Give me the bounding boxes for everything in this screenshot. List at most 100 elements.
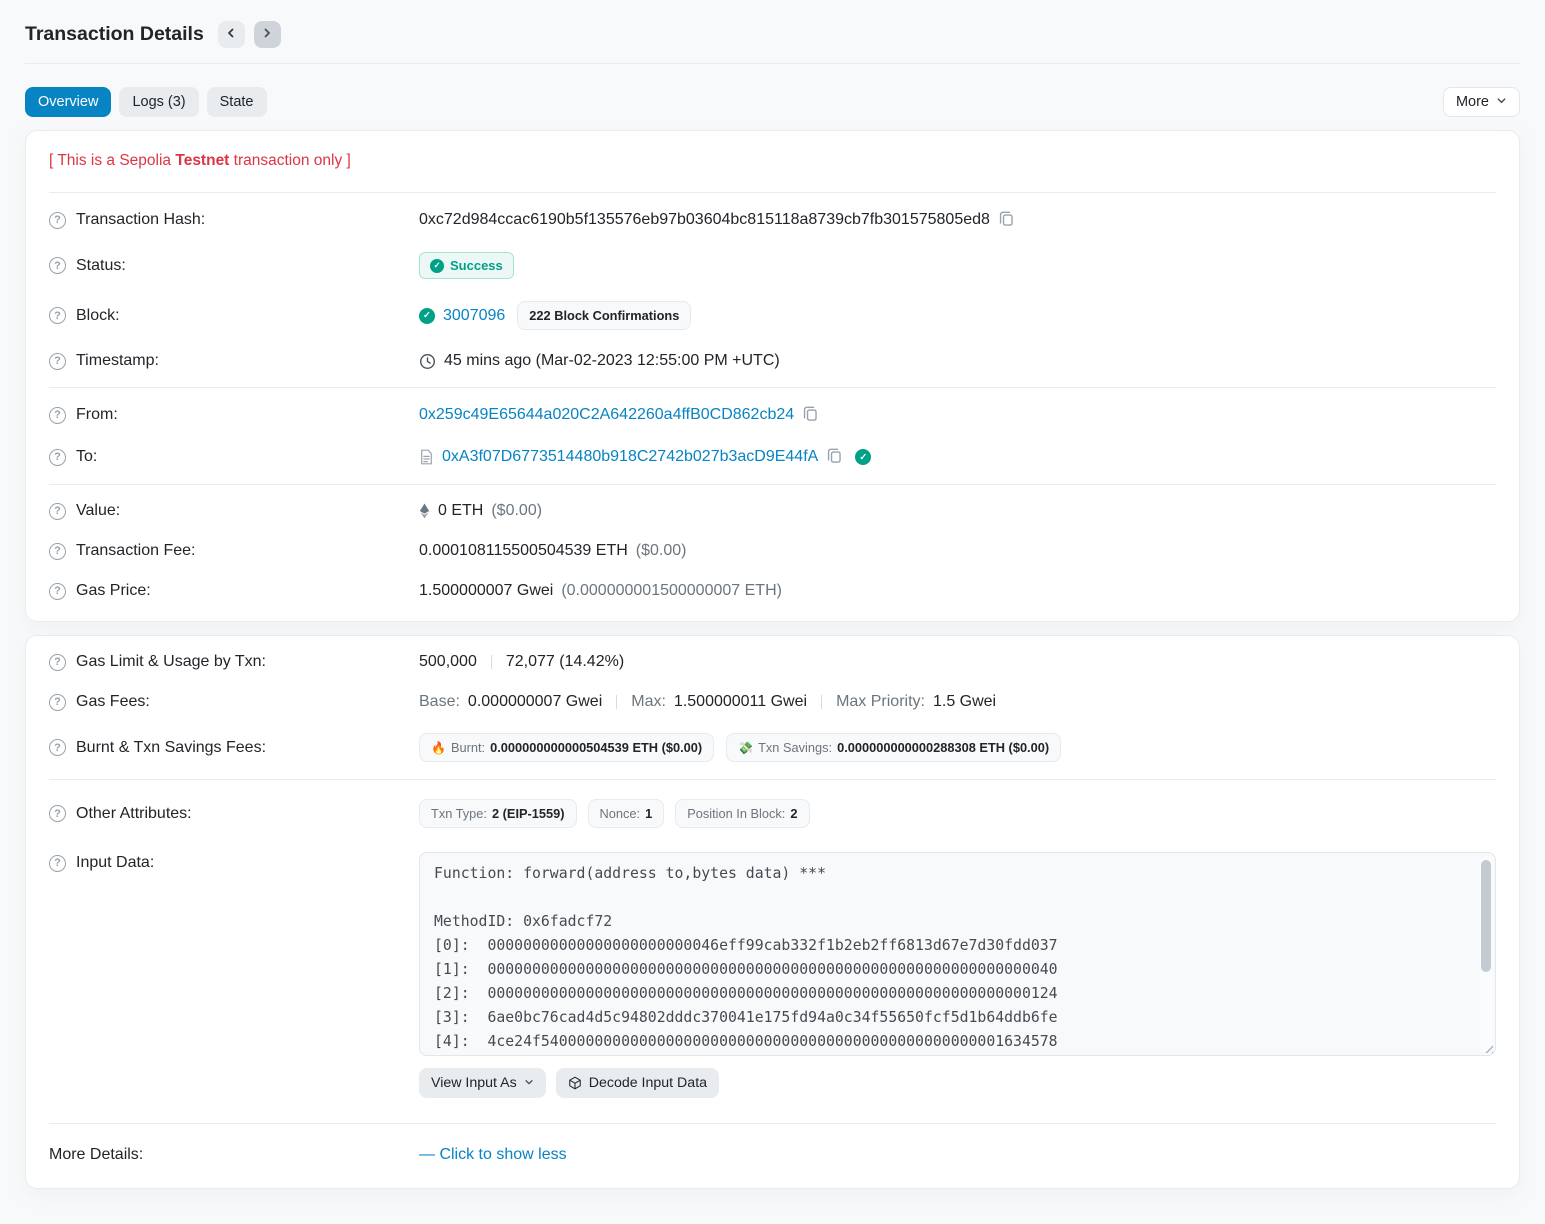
txn-type-value: 2 (EIP-1559): [492, 806, 565, 821]
next-transaction-button[interactable]: [254, 21, 281, 48]
gas-max-label: Max:: [631, 693, 666, 711]
row-timestamp: Timestamp: 45 mins ago (Mar-02-2023 12:5…: [49, 341, 1496, 381]
block-confirmations-text: 222 Block Confirmations: [529, 308, 679, 323]
verified-check-icon: [855, 449, 871, 465]
gas-base-label: Base:: [419, 693, 460, 711]
position-value: 2: [790, 806, 797, 821]
row-block: Block: 3007096 222 Block Confirmations: [49, 290, 1496, 341]
row-other-attributes: Other Attributes: Txn Type: 2 (EIP-1559)…: [49, 786, 1496, 841]
row-gas-price: Gas Price: 1.500000007 Gwei (0.000000001…: [49, 571, 1496, 611]
gas-max-priority-label: Max Priority:: [836, 693, 925, 711]
burnt-key: Burnt:: [451, 740, 485, 755]
help-icon[interactable]: [49, 212, 66, 229]
details-card: Gas Limit & Usage by Txn: 500,000 72,077…: [25, 635, 1520, 1189]
help-icon[interactable]: [49, 257, 66, 274]
help-icon[interactable]: [49, 805, 66, 822]
decode-cube-icon: [568, 1076, 582, 1090]
gas-fees-label: Gas Fees:: [76, 693, 150, 711]
position-in-block-badge: Position In Block: 2: [675, 799, 809, 828]
divider: [49, 387, 1496, 388]
copy-to-address-button[interactable]: [826, 447, 843, 467]
txn-savings-value: 0.000000000000288308 ETH ($0.00): [837, 740, 1049, 755]
help-icon[interactable]: [49, 353, 66, 370]
burnt-value: 0.000000000000504539 ETH ($0.00): [490, 740, 702, 755]
input-data-scrollbar[interactable]: [1480, 856, 1492, 1052]
nonce-key: Nonce:: [600, 806, 641, 821]
from-address-link[interactable]: 0x259c49E65644a020C2A642260a4ffB0CD862cb…: [419, 406, 794, 424]
row-gas-fees: Gas Fees: Base: 0.000000007 Gwei Max: 1.…: [49, 682, 1496, 722]
row-transaction-fee: Transaction Fee: 0.000108115500504539 ET…: [49, 531, 1496, 571]
separator: [616, 695, 617, 709]
decode-input-data-button[interactable]: Decode Input Data: [556, 1068, 719, 1098]
divider: [49, 192, 1496, 193]
status-label: Status:: [76, 257, 126, 275]
gas-max-priority-value: 1.5 Gwei: [933, 693, 996, 711]
row-gas-limit: Gas Limit & Usage by Txn: 500,000 72,077…: [49, 642, 1496, 682]
help-icon[interactable]: [49, 855, 66, 872]
check-circle-icon: [430, 259, 444, 273]
burnt-savings-label: Burnt & Txn Savings Fees:: [76, 739, 266, 757]
transaction-hash-value: 0xc72d984ccac6190b5f135576eb97b03604bc81…: [419, 211, 990, 229]
help-icon[interactable]: [49, 503, 66, 520]
previous-transaction-button[interactable]: [218, 21, 245, 48]
page-title: Transaction Details: [25, 23, 204, 46]
overview-card: [ This is a Sepolia Testnet transaction …: [25, 130, 1520, 622]
txn-savings-badge: 💸 Txn Savings: 0.000000000000288308 ETH …: [726, 733, 1061, 762]
warning-text-pre: [ This is a Sepolia: [49, 152, 175, 169]
separator: [491, 655, 492, 669]
gas-base-value: 0.000000007 Gwei: [468, 693, 602, 711]
row-transaction-hash: Transaction Hash: 0xc72d984ccac6190b5f13…: [49, 199, 1496, 241]
tab-logs[interactable]: Logs (3): [119, 87, 198, 117]
chevron-down-icon: [1496, 94, 1507, 110]
more-button[interactable]: More: [1443, 87, 1520, 117]
gas-price-label: Gas Price:: [76, 582, 151, 600]
help-icon[interactable]: [49, 543, 66, 560]
copy-icon: [998, 210, 1015, 230]
help-icon[interactable]: [49, 583, 66, 600]
block-confirmations-badge: 222 Block Confirmations: [517, 301, 691, 330]
testnet-warning: [ This is a Sepolia Testnet transaction …: [49, 135, 1496, 186]
page-header: Transaction Details: [25, 0, 1520, 64]
timestamp-value: 45 mins ago (Mar-02-2023 12:55:00 PM +UT…: [444, 352, 780, 370]
row-input-data: Input Data: Function: forward(address to…: [49, 841, 1496, 1109]
copy-icon: [802, 405, 819, 425]
help-icon[interactable]: [49, 739, 66, 756]
help-icon[interactable]: [49, 654, 66, 671]
help-icon[interactable]: [49, 449, 66, 466]
to-address-link[interactable]: 0xA3f07D6773514480b918C2742b027b3acD9E44…: [442, 448, 818, 466]
chevron-down-icon: [524, 1075, 534, 1091]
copy-hash-button[interactable]: [998, 210, 1015, 230]
divider: [49, 779, 1496, 780]
help-icon[interactable]: [49, 307, 66, 324]
separator: [821, 695, 822, 709]
row-from: From: 0x259c49E65644a020C2A642260a4ffB0C…: [49, 394, 1496, 436]
tab-state[interactable]: State: [207, 87, 267, 117]
txn-type-badge: Txn Type: 2 (EIP-1559): [419, 799, 577, 828]
page: Transaction Details Overview Logs (3) St…: [0, 0, 1545, 1189]
show-less-link[interactable]: — Click to show less: [419, 1146, 567, 1164]
input-data-textarea[interactable]: Function: forward(address to,bytes data)…: [419, 852, 1496, 1056]
flame-icon: 🔥: [431, 741, 446, 755]
scrollbar-thumb[interactable]: [1481, 860, 1491, 972]
tabs-bar: Overview Logs (3) State More: [25, 87, 1520, 117]
input-data-actions: View Input As Decode Input Data: [419, 1068, 1496, 1098]
value-amount: 0 ETH: [438, 502, 483, 520]
money-wings-icon: 💸: [738, 741, 753, 755]
timestamp-label: Timestamp:: [76, 352, 159, 370]
status-badge: Success: [419, 252, 514, 279]
help-icon[interactable]: [49, 407, 66, 424]
gas-usage-value: 72,077 (14.42%): [506, 653, 624, 671]
from-label: From:: [76, 406, 118, 424]
tab-overview[interactable]: Overview: [25, 87, 111, 117]
copy-icon: [826, 447, 843, 467]
to-label: To:: [76, 448, 97, 466]
block-number-link[interactable]: 3007096: [443, 307, 505, 325]
view-input-as-button[interactable]: View Input As: [419, 1068, 546, 1098]
nonce-badge: Nonce: 1: [588, 799, 665, 828]
status-badge-text: Success: [450, 258, 503, 273]
help-icon[interactable]: [49, 694, 66, 711]
copy-from-address-button[interactable]: [802, 405, 819, 425]
divider: [49, 1123, 1496, 1124]
warning-text-post: transaction only ]: [229, 152, 350, 169]
eth-icon: [419, 503, 430, 519]
